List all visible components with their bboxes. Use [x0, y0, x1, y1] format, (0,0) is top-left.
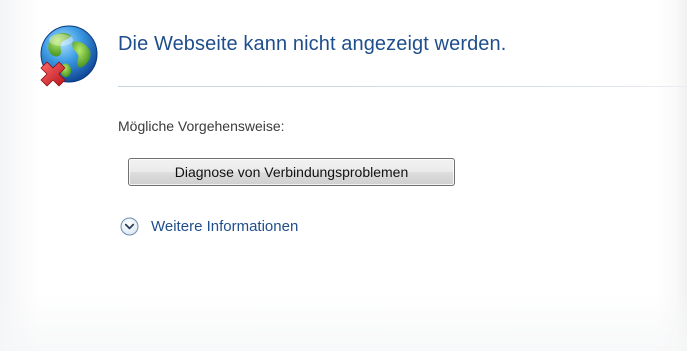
diagnose-connection-button[interactable]: Diagnose von Verbindungsproblemen	[128, 158, 455, 186]
title-divider	[118, 86, 687, 87]
more-information-link[interactable]: Weitere Informationen	[120, 214, 298, 238]
more-information-label: Weitere Informationen	[151, 217, 299, 235]
globe-error-icon	[40, 25, 98, 87]
page-title: Die Webseite kann nicht angezeigt werden…	[118, 33, 507, 55]
chevron-down-circle-icon	[120, 217, 139, 235]
error-page: Die Webseite kann nicht angezeigt werden…	[0, 0, 687, 351]
possible-actions-label: Mögliche Vorgehensweise:	[118, 118, 285, 134]
